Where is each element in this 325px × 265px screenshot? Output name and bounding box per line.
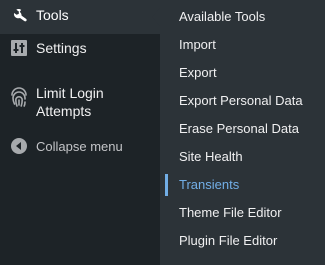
submenu-item-plugin-file-editor[interactable]: Plugin File Editor xyxy=(160,227,325,255)
sidebar-item-limit-login-attempts[interactable]: Limit Login Attempts xyxy=(0,80,160,128)
submenu-item-site-health[interactable]: Site Health xyxy=(160,143,325,171)
collapse-arrow-icon xyxy=(9,136,29,156)
admin-sidebar: Tools Settings Limit Login Attempts Coll… xyxy=(0,0,160,265)
submenu-item-label: Available Tools xyxy=(179,9,266,24)
wrench-icon xyxy=(9,5,29,25)
submenu-item-label: Theme File Editor xyxy=(179,205,282,220)
submenu-item-label: Transients xyxy=(179,177,240,192)
submenu-item-label: Site Health xyxy=(179,149,243,164)
submenu-item-label: Export Personal Data xyxy=(179,93,303,108)
tools-submenu: Available Tools Import Export Export Per… xyxy=(160,0,325,265)
sidebar-item-label: Settings xyxy=(36,40,87,56)
submenu-item-import[interactable]: Import xyxy=(160,31,325,59)
sidebar-item-label: Collapse menu xyxy=(36,139,123,154)
settings-sliders-icon xyxy=(9,38,29,58)
submenu-item-export[interactable]: Export xyxy=(160,59,325,87)
fingerprint-icon xyxy=(9,87,29,108)
submenu-item-label: Erase Personal Data xyxy=(179,121,299,136)
sidebar-item-label: Tools xyxy=(36,7,69,23)
submenu-item-label: Import xyxy=(179,37,216,52)
submenu-item-label: Export xyxy=(179,65,217,80)
submenu-pointer xyxy=(152,8,160,26)
collapse-menu-button[interactable]: Collapse menu xyxy=(0,134,160,160)
submenu-item-erase-personal-data[interactable]: Erase Personal Data xyxy=(160,115,325,143)
submenu-item-theme-file-editor[interactable]: Theme File Editor xyxy=(160,199,325,227)
sidebar-item-tools[interactable]: Tools xyxy=(0,0,160,34)
submenu-item-label: Plugin File Editor xyxy=(179,233,278,248)
submenu-item-export-personal-data[interactable]: Export Personal Data xyxy=(160,87,325,115)
active-indicator xyxy=(165,174,168,196)
submenu-item-available-tools[interactable]: Available Tools xyxy=(160,3,325,31)
submenu-item-transients[interactable]: Transients xyxy=(160,171,325,199)
sidebar-item-settings[interactable]: Settings xyxy=(0,34,160,68)
sidebar-item-label: Limit Login Attempts xyxy=(36,85,104,119)
